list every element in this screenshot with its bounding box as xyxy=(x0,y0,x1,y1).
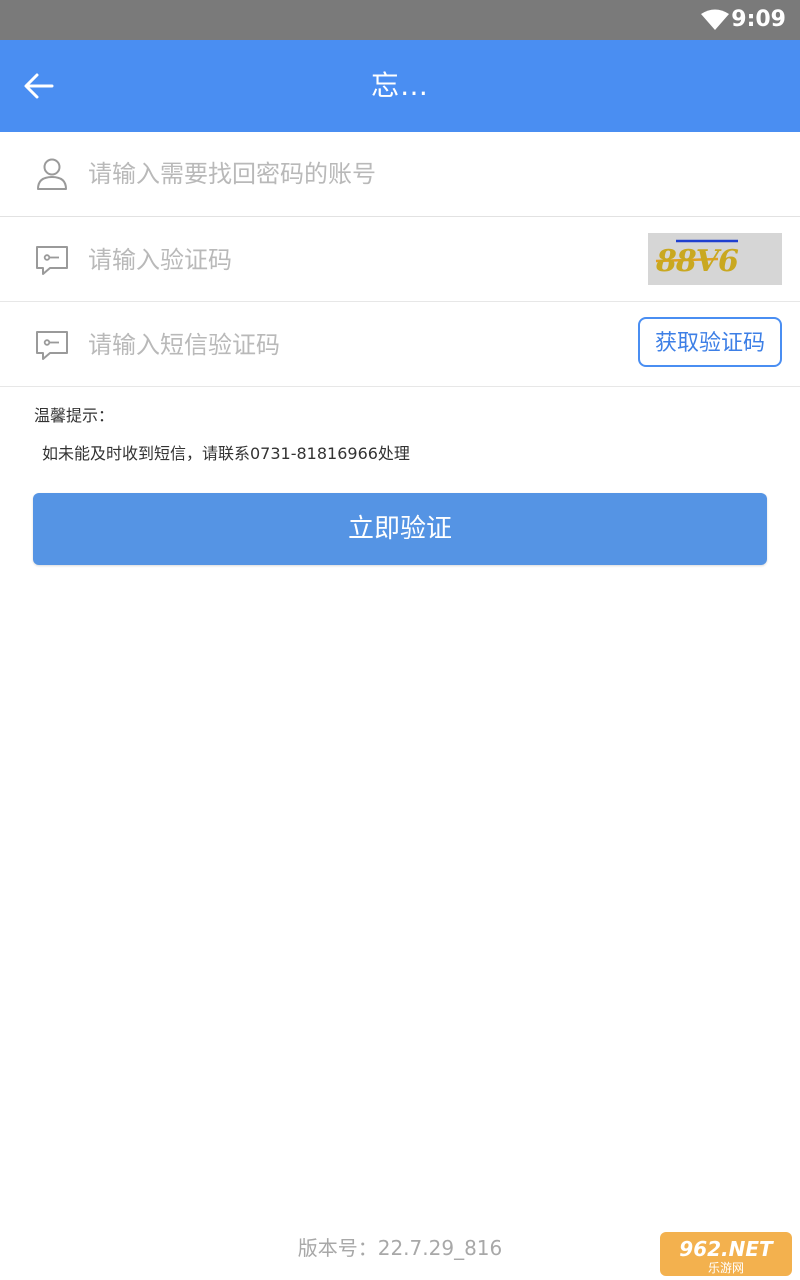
watermark-subtext: 乐游网 xyxy=(708,1261,744,1275)
page-title: 忘… xyxy=(370,69,429,102)
message-icon xyxy=(36,331,68,360)
message-icon xyxy=(36,246,68,275)
get-sms-code-button[interactable]: 获取验证码 xyxy=(638,317,782,367)
wifi-icon xyxy=(701,9,729,30)
app-bar: 忘… xyxy=(0,40,800,132)
tips-text: 如未能及时收到短信，请联系0731-81816966处理 xyxy=(42,444,410,463)
tips-title: 温馨提示： xyxy=(34,406,115,425)
watermark-text: 962.NET xyxy=(679,1237,774,1261)
captcha-row: 88V6 xyxy=(0,217,800,302)
status-bar: 9:09 xyxy=(0,0,800,40)
captcha-characters: 88V6 xyxy=(655,244,740,279)
captcha-image[interactable]: 88V6 xyxy=(648,233,782,285)
captcha-input[interactable] xyxy=(88,240,628,280)
sms-code-input[interactable] xyxy=(88,325,618,365)
captcha-text: 88V6 xyxy=(655,244,739,279)
watermark-logo: 962.NET 乐游网 xyxy=(660,1232,792,1276)
account-row xyxy=(0,132,800,218)
user-icon xyxy=(37,158,67,190)
status-time: 9:09 xyxy=(731,7,786,32)
account-input[interactable] xyxy=(88,154,768,194)
verify-button[interactable]: 立即验证 xyxy=(33,493,767,565)
sms-row: 获取验证码 xyxy=(0,302,800,387)
